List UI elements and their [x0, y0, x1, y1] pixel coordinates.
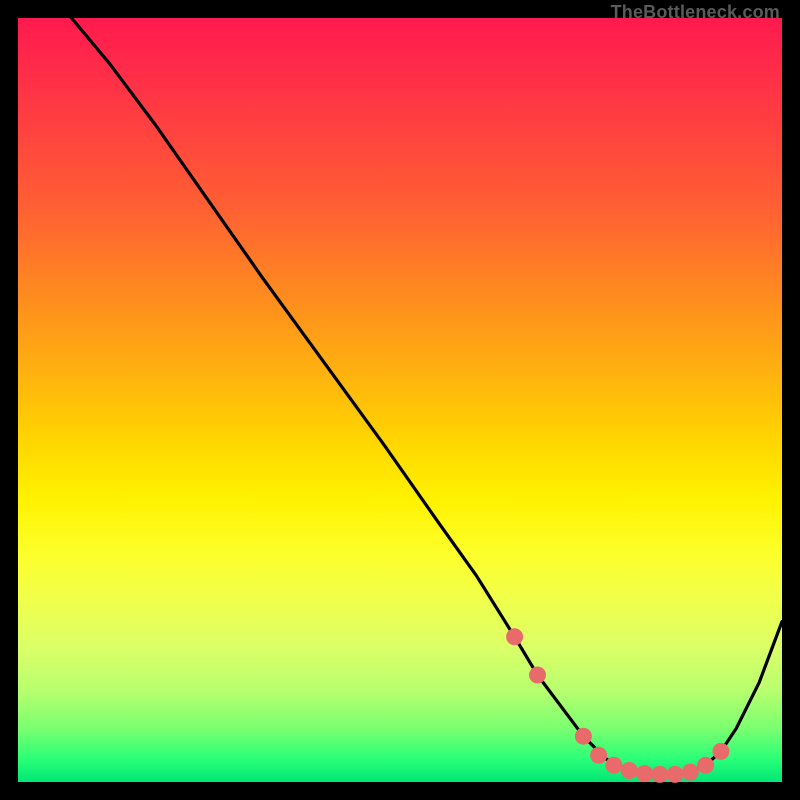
- bottleneck-curve: [72, 18, 783, 774]
- curve-overlay: [18, 18, 782, 782]
- data-dot: [651, 766, 668, 783]
- chart-canvas: TheBottleneck.com: [0, 0, 800, 800]
- data-dot: [575, 728, 592, 745]
- data-point-dots: [506, 628, 729, 783]
- data-dot: [590, 747, 607, 764]
- data-dot: [697, 757, 714, 774]
- data-dot: [529, 667, 546, 684]
- data-dot: [506, 628, 523, 645]
- data-dot: [712, 743, 729, 760]
- data-dot: [605, 757, 622, 774]
- data-dot: [667, 766, 684, 783]
- data-dot: [636, 765, 653, 782]
- data-dot: [682, 764, 699, 781]
- data-dot: [621, 762, 638, 779]
